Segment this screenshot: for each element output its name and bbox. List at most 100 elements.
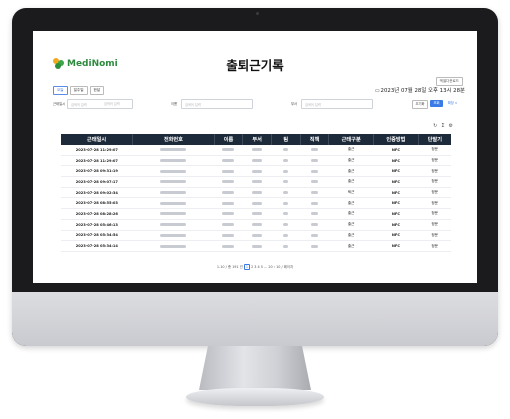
redacted-bar — [222, 233, 235, 237]
datetime-value: 2023-07-28 09:31:19 — [75, 169, 118, 174]
table-row[interactable]: 2023-07-28 09:02:34 퇴근 NFC 정문 — [61, 187, 451, 199]
col-header[interactable]: 직책 — [300, 134, 330, 145]
refresh-icon[interactable]: ↻ — [433, 123, 437, 129]
redacted-bar — [283, 212, 289, 216]
redacted-bar — [310, 169, 318, 173]
search-button[interactable]: 조회 — [430, 100, 443, 107]
cell-position-redacted — [300, 187, 329, 199]
redacted-bar — [283, 159, 289, 163]
cell-team-redacted — [271, 155, 301, 167]
col-header[interactable]: 이름 — [214, 134, 244, 145]
redacted-bar — [252, 201, 263, 205]
table-row[interactable]: 2023-07-28 11:29:07 출근 NFC 정문 — [61, 145, 451, 156]
redacted-bar — [310, 233, 318, 237]
cell-dept-redacted — [242, 145, 272, 156]
cell-device: 정문 — [418, 187, 451, 199]
cell-datetime: 2023-07-28 05:34:14 — [61, 240, 133, 252]
redacted-bar — [310, 148, 318, 152]
table-row[interactable]: 2023-07-28 08:28:26 출근 NFC 정문 — [61, 208, 451, 220]
attendance-table: 근태일시 전화번호 이름 부서 팀 직책 근태구분 인증방법 단말기 2023-… — [61, 134, 451, 252]
table-row[interactable]: 2023-07-28 05:46:13 출근 NFC 정문 — [61, 219, 451, 231]
date-to-input[interactable]: 검색어 입력 — [101, 99, 131, 107]
table-row[interactable]: 2023-07-28 11:29:07 출근 NFC 정문 — [61, 155, 451, 167]
cell-type: 출근 — [328, 145, 374, 156]
redacted-bar — [283, 180, 289, 184]
name-search-input[interactable]: 검색어 입력 — [181, 99, 253, 109]
redacted-bar — [222, 244, 235, 248]
screen: MediNomi 출퇴근기록 엑셀다운로드 ▭2023년 07월 28일 오후 … — [33, 31, 477, 283]
page-current[interactable]: 1 — [243, 264, 250, 270]
cell-device: 정문 — [418, 165, 451, 178]
cell-position-redacted — [300, 208, 329, 220]
cell-device: 정문 — [418, 208, 451, 220]
redacted-bar — [160, 180, 187, 184]
table-row[interactable]: 2023-07-28 09:07:17 출근 NFC 정문 — [61, 176, 451, 188]
datetime-value: 2023-07-28 08:55:03 — [75, 201, 118, 206]
auth-value: NFC — [391, 211, 400, 216]
datetime-value: 2023-07-28 05:34:14 — [75, 244, 118, 249]
col-header[interactable]: 인증방법 — [373, 134, 419, 145]
cell-datetime: 2023-07-28 05:46:13 — [61, 219, 133, 231]
table-row[interactable]: 2023-07-28 05:34:54 출근 NFC 정문 — [61, 230, 451, 242]
expand-filters-button[interactable]: 확장 ∨ — [446, 100, 459, 107]
monitor-chin — [12, 292, 498, 346]
redacted-bar — [252, 148, 263, 152]
col-header[interactable]: 팀 — [271, 134, 301, 145]
col-header[interactable]: 근태구분 — [328, 134, 375, 145]
col-header[interactable]: 근태일시 — [61, 134, 134, 145]
redacted-bar — [310, 244, 318, 248]
tab-today[interactable]: 오늘 — [53, 86, 68, 95]
cell-team-redacted — [271, 240, 301, 252]
cell-name-redacted — [214, 219, 243, 231]
table-row[interactable]: 2023-07-28 05:34:14 출근 NFC 정문 — [61, 240, 451, 252]
col-header[interactable]: 부서 — [242, 134, 272, 145]
auth-value: NFC — [391, 190, 400, 195]
table-row[interactable]: 2023-07-28 09:31:19 출근 NFC 정문 — [61, 165, 451, 178]
redacted-bar — [160, 223, 187, 227]
cell-position-redacted — [300, 145, 329, 156]
cell-team-redacted — [271, 197, 301, 210]
reset-button[interactable]: 초기화 — [412, 100, 428, 109]
auth-value: NFC — [391, 169, 400, 174]
sum-icon[interactable]: Σ — [441, 123, 444, 129]
redacted-bar — [252, 169, 263, 173]
cell-datetime: 2023-07-28 08:55:03 — [61, 197, 133, 210]
redacted-bar — [283, 223, 289, 227]
redacted-bar — [310, 159, 318, 163]
dept-select[interactable]: 검색어 입력 — [301, 99, 373, 109]
table-row[interactable]: 2023-07-28 08:55:03 출근 NFC 정문 — [61, 197, 451, 210]
redacted-bar — [222, 201, 235, 205]
cell-dept-redacted — [242, 208, 272, 220]
cell-auth: NFC — [373, 219, 419, 231]
cell-name-redacted — [214, 165, 243, 178]
cell-device: 정문 — [418, 176, 451, 188]
cell-type: 출근 — [328, 155, 374, 167]
redacted-bar — [160, 212, 187, 216]
cell-type: 출근 — [328, 230, 374, 242]
cell-auth: NFC — [373, 165, 419, 178]
redacted-bar — [252, 244, 263, 248]
redacted-bar — [310, 223, 318, 227]
cell-type: 출근 — [328, 176, 374, 188]
redacted-bar — [222, 169, 235, 173]
redacted-bar — [222, 212, 235, 216]
table-tools: ↻ Σ ⚙ — [433, 123, 453, 129]
page-links[interactable]: 2 3 4 5 ... 20 › 10 / 페이지 — [251, 265, 293, 269]
settings-icon[interactable]: ⚙ — [449, 123, 453, 129]
tab-week[interactable]: 일주일 — [69, 86, 88, 95]
col-header[interactable]: 단말기 — [418, 134, 451, 145]
cell-name-redacted — [214, 240, 243, 252]
excel-download-button[interactable]: 엑셀다운로드 — [435, 77, 463, 86]
datetime-text: 2023년 07월 28일 오후 13시 28분 — [380, 88, 465, 94]
col-header[interactable]: 전화번호 — [132, 134, 215, 145]
cell-auth: NFC — [373, 155, 419, 167]
cell-name-redacted — [214, 155, 243, 167]
cell-datetime: 2023-07-28 11:29:07 — [61, 145, 133, 156]
cell-team-redacted — [271, 145, 301, 156]
cell-dept-redacted — [242, 230, 272, 242]
redacted-bar — [283, 201, 289, 205]
tab-month[interactable]: 한달 — [89, 86, 105, 95]
cell-phone-redacted — [132, 155, 215, 167]
cell-auth: NFC — [373, 240, 419, 252]
cell-datetime: 2023-07-28 09:02:34 — [61, 187, 133, 199]
